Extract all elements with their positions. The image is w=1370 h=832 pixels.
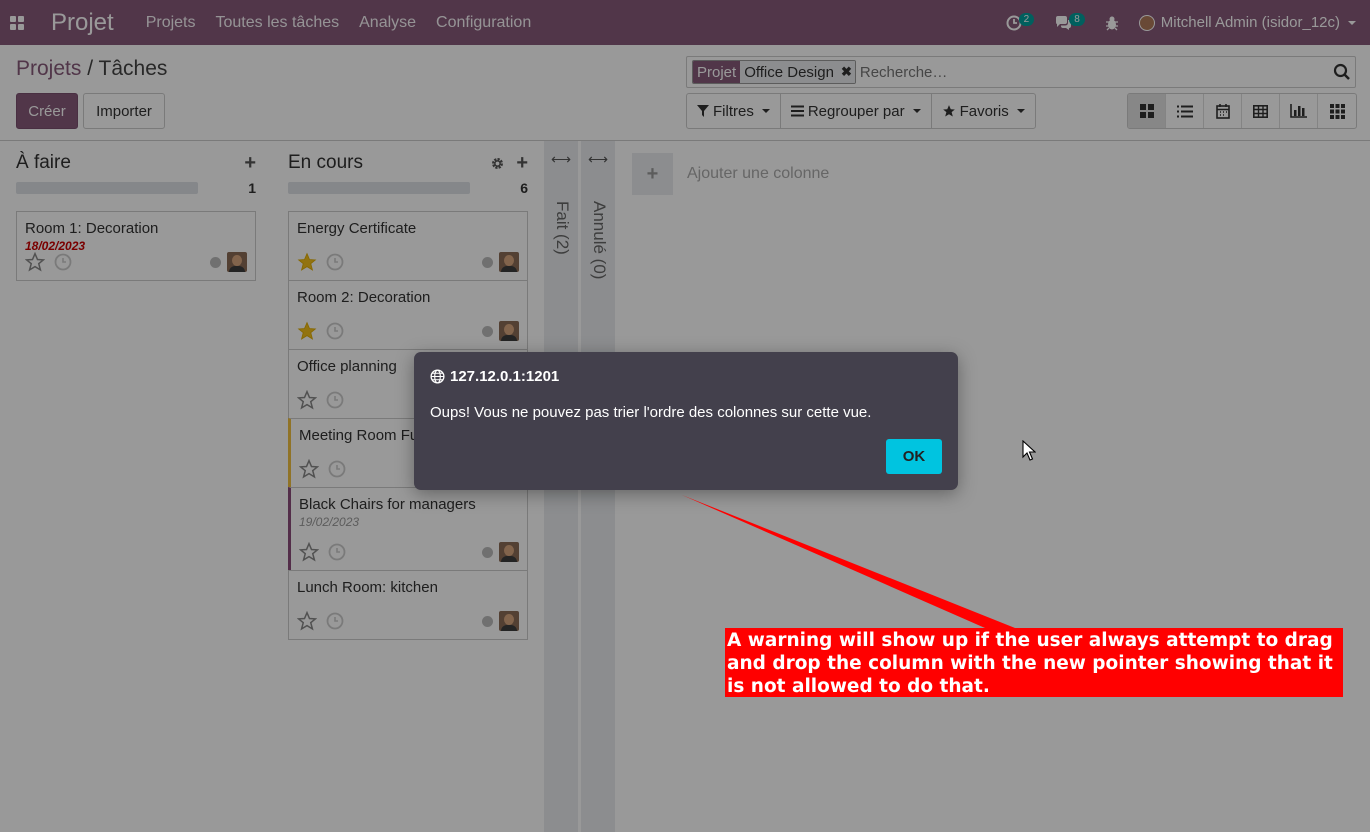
annotation-pointer <box>682 495 1015 628</box>
annotation-callout: A warning will show up if the user alway… <box>725 628 1343 697</box>
